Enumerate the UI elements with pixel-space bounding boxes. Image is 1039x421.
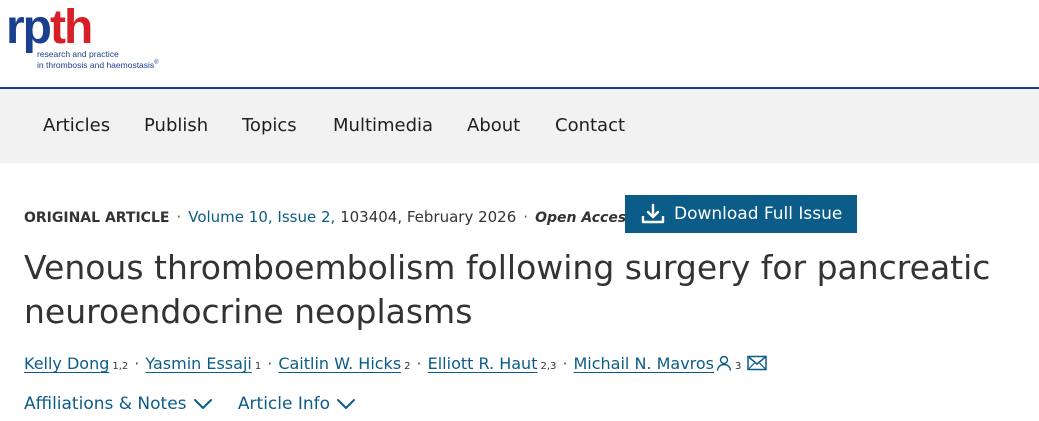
author-list: Kelly Dong 1,2 · Yasmin Essaji 1 · Caitlin…: [24, 353, 768, 373]
article-meta: ORIGINAL ARTICLE · Volume 10, Issue 2, 103…: [24, 208, 634, 226]
main-nav: Articles Publish Topics Multimedia About…: [0, 89, 1039, 163]
article-info-toggle[interactable]: Article Info: [238, 394, 356, 414]
author-link[interactable]: Caitlin W. Hicks: [278, 354, 401, 373]
author-affiliation-ref: 1,2: [112, 361, 129, 372]
download-full-issue-button[interactable]: Download Full Issue: [625, 195, 857, 233]
nav-item-about[interactable]: About: [467, 115, 520, 136]
affiliations-notes-label: Affiliations & Notes: [24, 394, 187, 414]
open-access-label: Open Access: [535, 210, 635, 226]
author-affiliation-ref: 2: [404, 361, 411, 372]
volume-issue-link[interactable]: Volume 10, Issue 2,: [188, 208, 335, 226]
nav-item-contact[interactable]: Contact: [555, 115, 625, 136]
mail-icon[interactable]: [747, 355, 768, 371]
logo-subtitle: research and practice in thrombosis and …: [37, 50, 159, 69]
author-separator: ·: [562, 354, 568, 373]
logo-subtitle-line2: in thrombosis and haemostasis: [37, 59, 155, 70]
nav-item-publish[interactable]: Publish: [144, 115, 208, 136]
article-number-date: 103404, February 2026: [335, 208, 517, 226]
article-title: Venous thromboembolism following surgery…: [24, 248, 991, 331]
author-link[interactable]: Kelly Dong: [24, 354, 109, 373]
registered-mark: ®: [154, 59, 159, 66]
nav-item-topics[interactable]: Topics: [242, 115, 297, 136]
nav-item-articles[interactable]: Articles: [43, 115, 110, 136]
author-affiliation-ref: 3: [735, 361, 742, 372]
download-icon: [641, 203, 665, 224]
download-button-label: Download Full Issue: [674, 204, 843, 224]
author-link[interactable]: Michail N. Mavros: [573, 354, 714, 373]
author-link[interactable]: Yasmin Essaji: [145, 354, 251, 373]
meta-separator: ·: [176, 208, 182, 226]
logo-mark-th: th: [50, 1, 93, 54]
affiliations-notes-toggle[interactable]: Affiliations & Notes: [24, 394, 213, 414]
author-affiliation-ref: 2,3: [540, 361, 557, 372]
corresponding-author-icon[interactable]: [716, 355, 732, 371]
chevron-down-icon: [337, 399, 356, 409]
author-separator: ·: [134, 354, 140, 373]
article-info-label: Article Info: [237, 394, 331, 414]
article-type: ORIGINAL ARTICLE: [24, 210, 170, 226]
logo-mark: rpth: [6, 1, 93, 54]
author-separator: ·: [416, 354, 422, 373]
chevron-down-icon: [193, 399, 212, 409]
author-link[interactable]: Elliott R. Haut: [428, 354, 538, 373]
author-separator: ·: [267, 354, 273, 373]
meta-separator: ·: [523, 208, 529, 226]
logo-subtitle-line1: research and practice: [37, 49, 119, 59]
journal-logo[interactable]: rpth research and practice in thrombosis…: [6, 1, 159, 69]
nav-item-multimedia[interactable]: Multimedia: [333, 115, 433, 136]
site-header: rpth research and practice in thrombosis…: [0, 0, 1039, 89]
author-affiliation-ref: 1: [254, 361, 262, 372]
logo-mark-rp: rp: [6, 1, 52, 54]
article-toggles: Affiliations & Notes Article Info: [24, 394, 376, 414]
